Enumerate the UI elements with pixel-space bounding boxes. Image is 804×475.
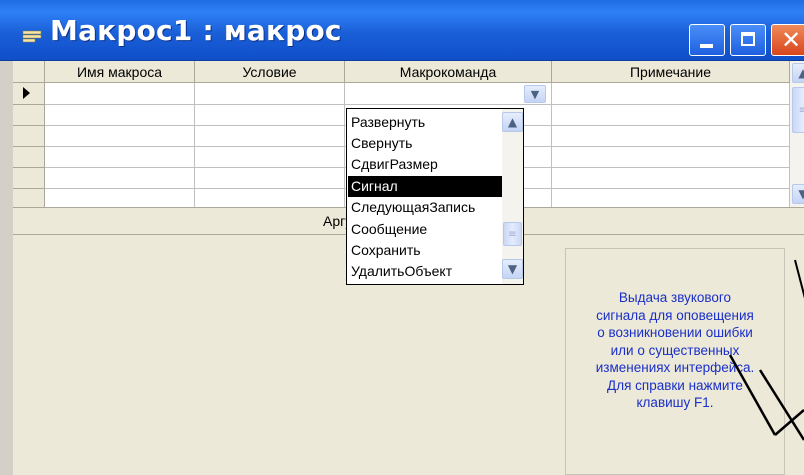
- action-dropdown-button[interactable]: ▼: [524, 85, 546, 103]
- grip-icon: ≡: [508, 228, 517, 240]
- cell-action[interactable]: [345, 83, 552, 105]
- dropdown-option[interactable]: УдалитьОбъект: [348, 261, 520, 282]
- dropdown-scroll-thumb[interactable]: ≡: [503, 222, 522, 246]
- column-header-action[interactable]: Макрокоманда: [345, 61, 552, 83]
- row-selector[interactable]: [13, 105, 45, 126]
- scroll-thumb[interactable]: ≡: [792, 87, 804, 133]
- maximize-icon: [741, 32, 755, 46]
- maximize-button[interactable]: [730, 24, 766, 56]
- action-dropdown-list[interactable]: Развернуть Свернуть СдвигРазмер Сигнал С…: [346, 108, 524, 285]
- current-row-icon: [23, 87, 30, 99]
- cell-comment[interactable]: [552, 189, 790, 207]
- cell-macro-name[interactable]: [45, 147, 195, 168]
- cell-comment[interactable]: [552, 83, 790, 105]
- cell-condition[interactable]: [195, 126, 345, 147]
- cell-comment[interactable]: [552, 168, 790, 189]
- dropdown-option[interactable]: СдвигРазмер: [348, 154, 520, 175]
- title-bar[interactable]: Макрос1 : макрос ✕: [0, 0, 804, 61]
- row-selector[interactable]: [13, 189, 45, 207]
- cell-condition[interactable]: [195, 83, 345, 105]
- minimize-button[interactable]: [689, 24, 725, 56]
- chevron-up-icon: ▲: [507, 115, 518, 129]
- cell-condition[interactable]: [195, 168, 345, 189]
- column-header-comment[interactable]: Примечание: [552, 61, 790, 83]
- cell-macro-name[interactable]: [45, 126, 195, 147]
- cell-macro-name[interactable]: [45, 189, 195, 207]
- dropdown-option-selected[interactable]: Сигнал: [348, 176, 520, 197]
- chevron-up-icon: ▲: [798, 66, 804, 80]
- dropdown-option[interactable]: Свернуть: [348, 133, 520, 154]
- window-title: Макрос1 : макрос: [50, 14, 342, 47]
- row-selector[interactable]: [13, 147, 45, 168]
- cell-condition[interactable]: [195, 147, 345, 168]
- dropdown-option[interactable]: Развернуть: [348, 112, 520, 133]
- minimize-icon: [700, 44, 713, 48]
- dropdown-scroll-down-button[interactable]: ▼: [502, 259, 523, 279]
- scroll-down-button[interactable]: ▼: [792, 184, 804, 204]
- cell-condition[interactable]: [195, 189, 345, 207]
- corner-header[interactable]: [13, 61, 45, 83]
- cell-macro-name[interactable]: [45, 105, 195, 126]
- column-header-condition[interactable]: Условие: [195, 61, 345, 83]
- cell-comment[interactable]: [552, 126, 790, 147]
- dropdown-option[interactable]: Сохранить: [348, 240, 520, 261]
- grip-icon: ≡: [798, 104, 804, 116]
- chevron-down-icon: ▼: [798, 187, 804, 201]
- row-selector[interactable]: [13, 83, 45, 105]
- grid-vertical-scrollbar[interactable]: ▲ ≡ ▼: [790, 61, 804, 207]
- cell-comment[interactable]: [552, 105, 790, 126]
- chevron-down-icon: ▼: [530, 87, 540, 101]
- dropdown-option[interactable]: Сообщение: [348, 219, 520, 240]
- dropdown-scroll-up-button[interactable]: ▲: [502, 112, 523, 132]
- cell-macro-name[interactable]: [45, 83, 195, 105]
- macro-icon: [22, 30, 42, 43]
- close-button[interactable]: ✕: [771, 24, 804, 56]
- help-text: Выдача звукового сигнала для оповещения …: [595, 290, 755, 410]
- help-panel: Выдача звукового сигнала для оповещения …: [565, 248, 785, 475]
- dropdown-option[interactable]: СледующаяЗапись: [348, 197, 520, 218]
- row-selector[interactable]: [13, 126, 45, 147]
- macro-window: Макрос1 : макрос ✕ Имя макроса Условие М…: [0, 0, 804, 475]
- cell-macro-name[interactable]: [45, 168, 195, 189]
- cell-comment[interactable]: [552, 147, 790, 168]
- scroll-up-button[interactable]: ▲: [792, 63, 804, 83]
- close-icon: ✕: [780, 26, 802, 54]
- cell-condition[interactable]: [195, 105, 345, 126]
- chevron-down-icon: ▼: [507, 262, 518, 276]
- column-header-macro-name[interactable]: Имя макроса: [45, 61, 195, 83]
- dropdown-scrollbar[interactable]: ▲ ≡ ▼: [502, 109, 523, 284]
- row-selector[interactable]: [13, 168, 45, 189]
